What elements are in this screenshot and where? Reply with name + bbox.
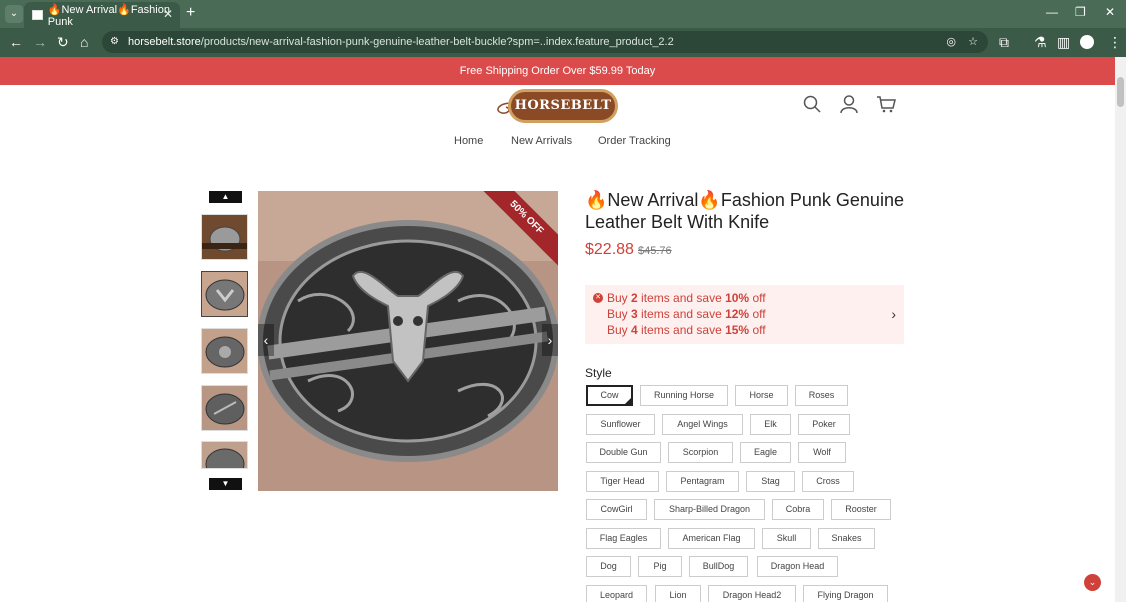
style-option[interactable]: CowGirl xyxy=(586,499,647,520)
discount-tier-1: Buy 2 items and save 10% off xyxy=(607,291,766,305)
tab-title: 🔥New Arrival🔥Fashion Punk xyxy=(47,3,170,28)
image-prev-arrow-icon[interactable]: ‹ xyxy=(258,324,274,356)
style-option-cow[interactable]: Cow xyxy=(586,385,633,406)
browser-tab[interactable]: 🔥New Arrival🔥Fashion Punk ✕ xyxy=(24,2,180,28)
style-option[interactable]: Leopard xyxy=(586,585,647,602)
chevron-right-icon[interactable]: › xyxy=(891,306,896,322)
home-icon[interactable]: ⌂ xyxy=(80,34,88,50)
style-option[interactable]: Eagle xyxy=(740,442,791,463)
logo-text: HORSEBELT xyxy=(508,89,618,123)
promo-banner: Free Shipping Order Over $59.99 Today xyxy=(0,57,1115,85)
bookmark-star-icon[interactable]: ☆ xyxy=(968,31,978,53)
thumbnail-3[interactable] xyxy=(201,328,248,374)
thumbs-up-arrow-icon[interactable]: ▲ xyxy=(209,191,242,203)
tab-strip: ⌄ 🔥New Arrival🔥Fashion Punk ✕ + — ❐ ✕ xyxy=(0,0,1126,28)
eye-off-icon[interactable]: ◎ xyxy=(946,31,956,53)
sidebar-icon[interactable]: ▥ xyxy=(1057,34,1070,51)
style-option[interactable]: Scorpion xyxy=(668,442,733,463)
nav-new-arrivals[interactable]: New Arrivals xyxy=(511,135,572,147)
reload-icon[interactable]: ↻ xyxy=(57,34,69,51)
style-option[interactable]: Cobra xyxy=(772,499,824,520)
forward-icon[interactable]: → xyxy=(33,34,47,50)
style-option[interactable]: Flying Dragon xyxy=(803,585,888,602)
style-option[interactable]: BullDog xyxy=(689,556,748,577)
style-option[interactable]: Flag Eagles xyxy=(586,528,661,549)
scrollbar-thumb[interactable] xyxy=(1117,77,1124,107)
style-option[interactable]: American Flag xyxy=(668,528,755,549)
style-option[interactable]: Rooster xyxy=(831,499,891,520)
style-option[interactable]: Roses xyxy=(795,385,848,406)
browser-chrome: ⌄ 🔥New Arrival🔥Fashion Punk ✕ + — ❐ ✕ ← … xyxy=(0,0,1126,57)
style-option[interactable]: Tiger Head xyxy=(586,471,659,492)
discount-tier-2: Buy 3 items and save 12% off xyxy=(607,307,766,321)
style-option[interactable]: Pig xyxy=(638,556,682,577)
style-option[interactable]: Double Gun xyxy=(586,442,661,463)
cart-icon[interactable] xyxy=(876,95,896,113)
belt-buckle-image xyxy=(258,191,558,491)
style-option[interactable]: Dragon Head xyxy=(757,556,838,577)
new-tab-button[interactable]: + xyxy=(186,4,195,22)
site-logo[interactable]: HORSEBELT xyxy=(492,89,622,123)
style-option[interactable]: Running Horse xyxy=(640,385,728,406)
selected-check-icon xyxy=(623,396,633,406)
thumbnail-2[interactable] xyxy=(201,271,248,317)
close-tab-icon[interactable]: ✕ xyxy=(163,7,173,21)
close-window-icon[interactable]: ✕ xyxy=(1105,5,1115,19)
thumbnail-5[interactable] xyxy=(201,441,248,469)
bulk-discount-box[interactable]: ✕ Buy 2 items and save 10% off Buy 3 ite… xyxy=(585,285,904,344)
style-option[interactable]: Horse xyxy=(735,385,788,406)
discount-tier-3: Buy 4 items and save 15% off xyxy=(607,323,766,337)
nav-order-tracking[interactable]: Order Tracking xyxy=(598,135,671,147)
image-next-arrow-icon[interactable]: › xyxy=(542,324,558,356)
style-label: Style xyxy=(585,366,612,380)
style-option[interactable]: Dog xyxy=(586,556,631,577)
web-page: Free Shipping Order Over $59.99 Today HO… xyxy=(0,57,1115,602)
original-price: $45.76 xyxy=(638,245,672,257)
account-icon[interactable] xyxy=(840,95,858,113)
style-option[interactable]: Elk xyxy=(750,414,791,435)
favicon-icon xyxy=(32,10,43,20)
product-title: 🔥New Arrival🔥Fashion Punk Genuine Leathe… xyxy=(585,190,904,232)
site-info-icon[interactable]: ⚙ xyxy=(110,31,119,53)
url-host: horsebelt.store xyxy=(128,36,201,48)
page-scrollbar[interactable] xyxy=(1115,57,1126,602)
style-option[interactable]: Dragon Head2 xyxy=(708,585,796,602)
search-icon[interactable] xyxy=(803,95,821,113)
address-bar[interactable]: ⚙ horsebelt.store/products/new-arrival-f… xyxy=(102,31,988,53)
style-option[interactable]: Skull xyxy=(762,528,811,549)
minimize-icon[interactable]: — xyxy=(1046,5,1058,19)
style-option[interactable]: Wolf xyxy=(798,442,846,463)
sale-price: $22.88 xyxy=(585,241,634,258)
lab-icon[interactable]: ⚗ xyxy=(1034,34,1047,51)
back-icon[interactable]: ← xyxy=(9,34,23,50)
thumbnail-1[interactable] xyxy=(201,214,248,260)
discount-tag-icon: ✕ xyxy=(593,293,603,303)
thumbs-down-arrow-icon[interactable]: ▼ xyxy=(209,478,242,490)
extensions-icon[interactable]: ⧉ xyxy=(999,34,1009,51)
thumbnail-4[interactable] xyxy=(201,385,248,431)
style-option[interactable]: Angel Wings xyxy=(662,414,743,435)
style-option[interactable]: Cross xyxy=(802,471,854,492)
menu-kebab-icon[interactable]: ⋮ xyxy=(1108,34,1122,51)
style-option[interactable]: Poker xyxy=(798,414,850,435)
main-product-image[interactable]: 50% OFF ‹ › xyxy=(258,191,558,491)
chat-support-icon[interactable]: ⌄ xyxy=(1084,574,1101,591)
nav-home[interactable]: Home xyxy=(454,135,483,147)
style-option[interactable]: Snakes xyxy=(818,528,875,549)
style-option[interactable]: Stag xyxy=(746,471,795,492)
url-path: /products/new-arrival-fashion-punk-genui… xyxy=(200,36,674,48)
tab-search-button[interactable]: ⌄ xyxy=(5,5,23,23)
style-option[interactable]: Sharp-Billed Dragon xyxy=(654,499,765,520)
style-option[interactable]: Pentagram xyxy=(666,471,739,492)
restore-icon[interactable]: ❐ xyxy=(1075,5,1086,19)
style-option[interactable]: Sunflower xyxy=(586,414,655,435)
profile-avatar-icon[interactable] xyxy=(1080,35,1094,49)
style-option[interactable]: Lion xyxy=(655,585,701,602)
address-toolbar: ← → ↻ ⌂ ⚙ horsebelt.store/products/new-a… xyxy=(0,28,1126,57)
